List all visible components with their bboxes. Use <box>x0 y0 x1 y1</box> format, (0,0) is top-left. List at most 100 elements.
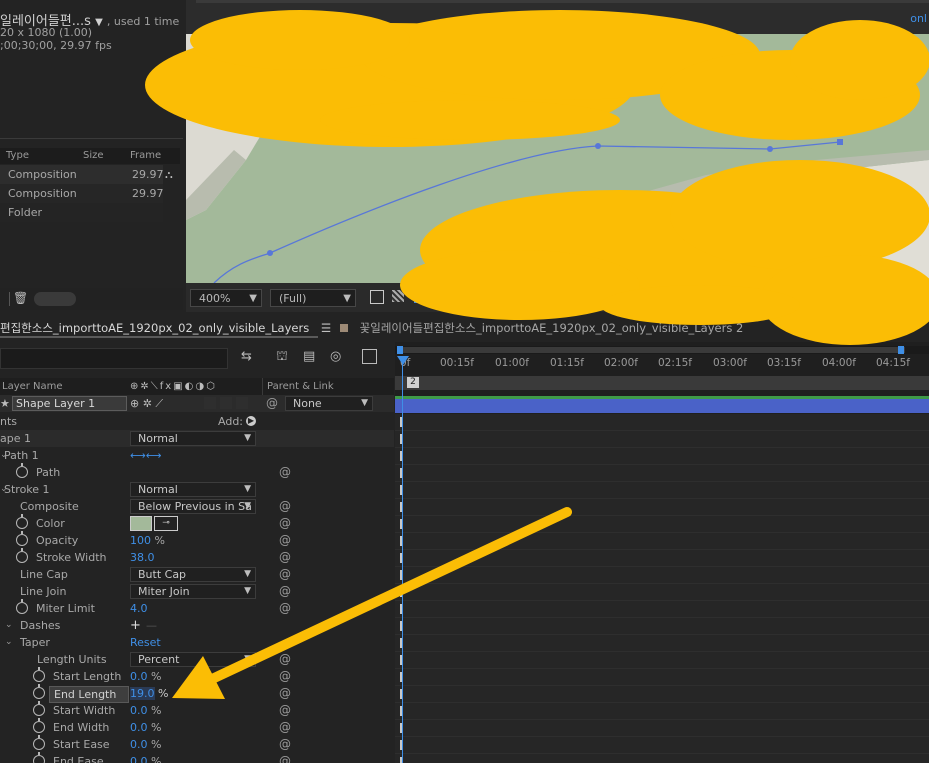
property-track[interactable] <box>395 431 929 448</box>
line-join-dropdown[interactable]: Miter Join ▼ <box>130 584 256 599</box>
start-length-value[interactable]: 0.0 <box>130 670 148 683</box>
pick-whip-icon[interactable]: @ <box>279 532 291 549</box>
work-area-start-handle[interactable] <box>397 346 403 354</box>
path-vertex[interactable] <box>267 250 273 256</box>
col-parent[interactable]: Parent & Link <box>267 378 334 395</box>
pick-whip-icon[interactable]: @ <box>279 668 291 685</box>
path-direction-icon[interactable]: ⟷⟷ <box>130 447 162 464</box>
end-ease-value[interactable]: 0.0 <box>130 755 148 763</box>
property-line-cap[interactable]: Line Cap Butt Cap ▼ @ <box>0 566 394 583</box>
property-track[interactable] <box>395 567 929 584</box>
caret-down-icon[interactable]: ▼ <box>95 17 103 28</box>
property-taper[interactable]: ⌄ Taper Reset <box>0 634 394 651</box>
pick-whip-icon[interactable]: @ <box>279 498 291 515</box>
parent-dropdown[interactable]: None ▼ <box>285 396 373 411</box>
time-ruler[interactable]: 0f 00:15f 01:00f 01:15f 02:00f 02:15f 03… <box>395 354 929 376</box>
property-end-width[interactable]: End Width 0.0 % @ <box>0 718 394 736</box>
property-stroke-group[interactable]: ⌄ Stroke 1 Normal ▼ <box>0 481 394 498</box>
property-track[interactable] <box>395 465 929 482</box>
stopwatch-icon[interactable] <box>33 701 45 716</box>
timeline-graph-area[interactable]: 0f 00:15f 01:00f 01:15f 02:00f 02:15f 03… <box>395 342 929 763</box>
add-icon[interactable]: ▶ <box>246 416 256 426</box>
path-vertex-selected[interactable] <box>837 139 843 145</box>
property-shape-group[interactable]: ape 1 Normal ▼ <box>0 430 394 447</box>
pick-whip-icon[interactable]: @ <box>279 583 291 600</box>
pick-whip-icon[interactable]: @ <box>279 651 291 668</box>
stopwatch-icon[interactable] <box>16 514 28 529</box>
tab-active[interactable]: 편집한소스_importtoAE_1920px_02_only_visible_… <box>0 320 331 336</box>
stopwatch-icon[interactable] <box>33 752 45 763</box>
property-end-length[interactable]: End Length 19.0 % @ <box>0 684 394 703</box>
property-track[interactable] <box>395 737 929 754</box>
pick-whip-icon[interactable]: @ <box>279 549 291 566</box>
stroke-width-value[interactable]: 38.0 <box>130 549 155 566</box>
hamburger-icon[interactable]: ☰ <box>321 321 331 335</box>
stopwatch-icon[interactable] <box>33 684 45 699</box>
zoom-dropdown[interactable]: 400% ▼ <box>190 289 262 307</box>
property-track[interactable] <box>395 618 929 635</box>
stopwatch-icon[interactable] <box>16 463 28 478</box>
color-swatch[interactable] <box>130 516 152 531</box>
property-start-ease[interactable]: Start Ease 0.0 % @ <box>0 735 394 753</box>
stopwatch-icon[interactable] <box>16 531 28 546</box>
list-item[interactable]: Composition 29.97 <box>0 165 164 184</box>
property-track[interactable] <box>395 448 929 465</box>
property-path[interactable]: Path @ <box>0 463 394 481</box>
playhead-line[interactable] <box>402 360 403 763</box>
property-composite[interactable]: Composite Below Previous in Sa ▼ @ <box>0 498 394 515</box>
col-type[interactable]: Type <box>0 148 82 164</box>
property-start-length[interactable]: Start Length 0.0 % @ <box>0 667 394 685</box>
layer-switches[interactable]: ⊕ ✲ ⟋ <box>130 395 163 412</box>
draft-3d-icon[interactable]: ⛫ <box>276 349 288 366</box>
path-vertex[interactable] <box>595 143 601 149</box>
property-dashes[interactable]: ⌄ Dashes + — <box>0 617 394 634</box>
list-item[interactable]: Folder <box>0 203 163 222</box>
pick-whip-icon[interactable]: @ <box>279 753 291 763</box>
transparency-grid-icon[interactable] <box>392 290 404 302</box>
pick-whip-icon[interactable]: @ <box>279 600 291 617</box>
length-units-dropdown[interactable]: Percent ▼ <box>130 652 256 667</box>
layer-name[interactable]: Shape Layer 1 <box>12 396 127 411</box>
end-length-value[interactable]: 19.0 <box>130 687 155 700</box>
twirl-open-icon[interactable]: ⌄ <box>5 617 13 634</box>
bit-depth-toggle[interactable] <box>34 292 76 306</box>
pick-whip-icon[interactable]: @ <box>279 685 291 702</box>
property-track[interactable] <box>395 720 929 737</box>
layer-row[interactable]: ★ Shape Layer 1 ⊕ ✲ ⟋ @ None ▼ <box>0 395 394 412</box>
start-width-value[interactable]: 0.0 <box>130 704 148 717</box>
miter-limit-value[interactable]: 4.0 <box>130 600 148 617</box>
property-end-ease[interactable]: End Ease 0.0 % @ <box>0 752 394 763</box>
col-frame-rate[interactable]: Frame R... <box>126 148 180 177</box>
switch-box[interactable] <box>236 397 248 409</box>
list-item[interactable]: Composition 29.97 <box>0 184 164 203</box>
snapshot-icon[interactable] <box>370 290 384 304</box>
pick-whip-icon[interactable]: @ <box>279 464 291 481</box>
property-contents[interactable]: nts Add: ▶ <box>0 413 394 430</box>
shy-layers-icon[interactable]: ▤ <box>303 349 315 364</box>
pick-whip-icon[interactable]: @ <box>279 702 291 719</box>
property-track[interactable] <box>395 703 929 720</box>
stopwatch-icon[interactable] <box>16 548 28 563</box>
playhead-handle[interactable] <box>397 356 409 365</box>
graph-editor-icon[interactable] <box>362 349 377 364</box>
composite-dropdown[interactable]: Below Previous in Sa ▼ <box>130 499 256 514</box>
switch-box[interactable] <box>220 397 232 409</box>
stopwatch-icon[interactable] <box>16 599 28 614</box>
comp-marker[interactable]: 2 <box>407 377 419 388</box>
search-input[interactable] <box>0 348 228 369</box>
layer-duration-bar[interactable] <box>395 396 929 413</box>
composition-viewer[interactable]: onl <box>186 0 929 283</box>
property-color[interactable]: Color ⊸ @ <box>0 514 394 532</box>
eyedropper-icon[interactable]: ⊸ <box>154 516 178 531</box>
pick-whip-icon[interactable]: @ <box>266 395 278 412</box>
property-length-units[interactable]: Length Units Percent ▼ @ <box>0 651 394 668</box>
work-area-range[interactable] <box>399 347 905 353</box>
property-track[interactable] <box>395 754 929 763</box>
property-track[interactable] <box>395 652 929 669</box>
flowchart-icon[interactable]: ⛬ <box>165 168 173 182</box>
work-area-end-handle[interactable] <box>898 346 904 354</box>
property-track[interactable] <box>395 601 929 618</box>
blend-mode-dropdown[interactable]: Normal ▼ <box>130 431 256 446</box>
path-vertex[interactable] <box>767 146 773 152</box>
property-start-width[interactable]: Start Width 0.0 % @ <box>0 701 394 719</box>
